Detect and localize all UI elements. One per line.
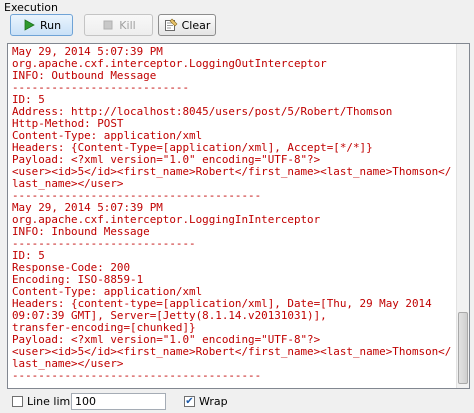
vertical-scrollbar[interactable]	[456, 44, 469, 388]
wrap-label: Wrap	[199, 395, 228, 408]
log-line: --------------------------------------	[12, 369, 262, 382]
clear-button[interactable]: Clear	[158, 14, 216, 36]
execution-toolbar: Run Kill Clear	[0, 14, 474, 40]
clear-button-label: Clear	[181, 18, 211, 32]
line-limit-checkbox[interactable]	[12, 396, 23, 407]
scrollbar-thumb[interactable]	[458, 312, 468, 384]
console-log-text: May 29, 2014 5:07:39 PM org.apache.cxf.i…	[12, 46, 456, 388]
line-limit-input[interactable]	[71, 393, 166, 410]
play-icon	[22, 18, 36, 32]
console-footer: Line limit ✔ Wrap	[0, 391, 474, 413]
run-button[interactable]: Run	[10, 14, 73, 36]
clear-console-icon	[164, 18, 178, 32]
execution-section-title: Execution	[4, 1, 58, 14]
wrap-checkbox[interactable]: ✔	[184, 396, 195, 407]
run-button-label: Run	[39, 18, 62, 32]
console-output[interactable]: May 29, 2014 5:07:39 PM org.apache.cxf.i…	[7, 43, 470, 389]
checkmark-icon: ✔	[185, 395, 194, 407]
kill-button-label: Kill	[119, 18, 136, 32]
kill-button[interactable]: Kill	[84, 14, 153, 36]
stop-icon	[101, 18, 115, 32]
